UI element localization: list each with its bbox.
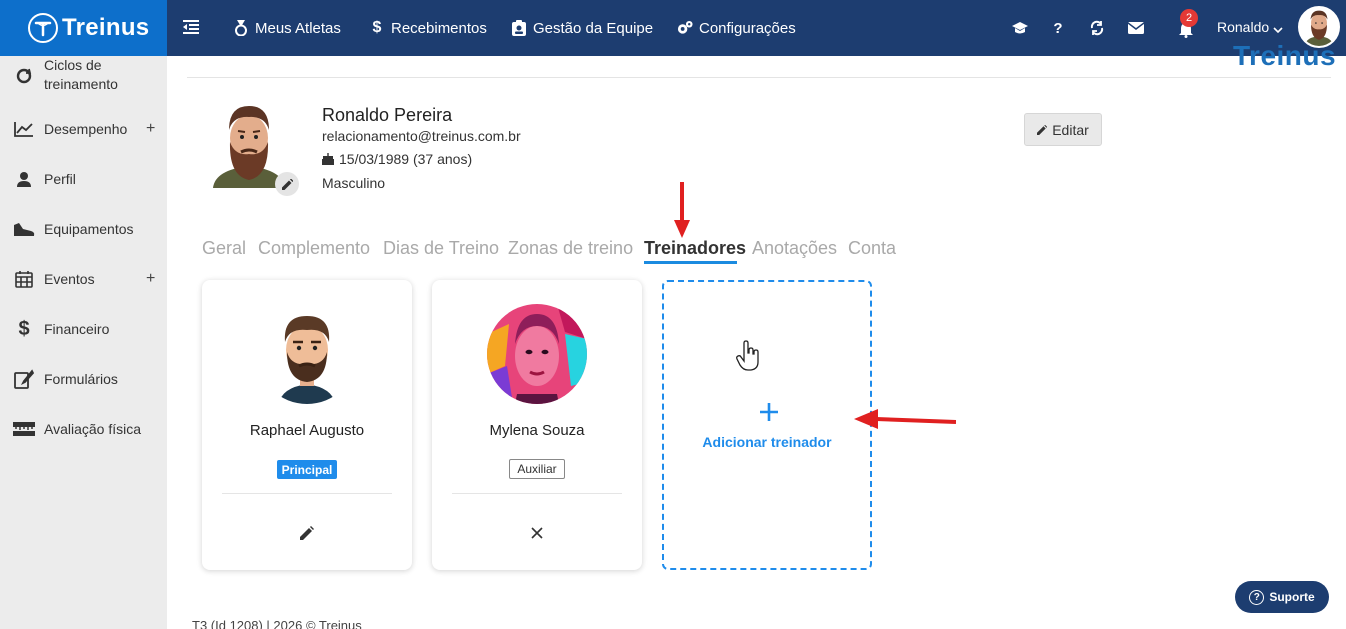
calendar-icon: [13, 268, 35, 290]
profile-email: relacionamento@treinus.com.br: [322, 128, 521, 144]
sidebar: Ciclos de treinamento Desempenho + Perfi…: [0, 56, 167, 629]
edit-profile-button[interactable]: Editar: [1024, 113, 1102, 146]
sidebar-item-label: Financeiro: [44, 320, 110, 337]
card-divider: [452, 493, 622, 494]
form-edit-icon: [13, 368, 35, 390]
hand-pointer-cursor-icon: [735, 340, 761, 372]
sidebar-item-financeiro[interactable]: $ Financeiro: [0, 307, 167, 351]
edit-label: Editar: [1052, 121, 1089, 138]
tab-complemento[interactable]: Complemento: [258, 238, 370, 259]
menu-collapse-icon[interactable]: [182, 18, 202, 38]
user-icon: [13, 168, 35, 190]
sidebar-item-label: Equipamentos: [44, 220, 134, 237]
sync-icon[interactable]: [1087, 18, 1107, 38]
graduation-cap-icon[interactable]: [1010, 18, 1030, 38]
nav-meus-atletas[interactable]: Meus Atletas: [233, 0, 341, 56]
trainer-avatar: [487, 304, 587, 404]
header-divider: [187, 77, 1331, 78]
tab-treinadores[interactable]: Treinadores: [644, 238, 746, 259]
shoe-icon: [13, 218, 35, 240]
sidebar-item-label: Eventos: [44, 270, 95, 287]
support-button[interactable]: ? Suporte: [1235, 581, 1329, 613]
sidebar-item-ciclos[interactable]: Ciclos de treinamento: [0, 54, 167, 98]
brand-watermark: Treinus: [1233, 40, 1337, 70]
tab-anotacoes[interactable]: Anotações: [752, 238, 837, 259]
sidebar-item-label: Ciclos de treinamento: [44, 57, 118, 92]
sidebar-item-desempenho[interactable]: Desempenho +: [0, 107, 167, 151]
edit-trainer-button[interactable]: [296, 522, 318, 544]
nav-label: Meus Atletas: [255, 19, 341, 37]
sidebar-item-perfil[interactable]: Perfil: [0, 157, 167, 201]
birthday-cake-icon: [322, 153, 334, 165]
question-icon[interactable]: ?: [1048, 18, 1068, 38]
role-badge-auxiliar: Auxiliar: [509, 459, 565, 479]
tab-geral[interactable]: Geral: [202, 238, 246, 259]
envelope-icon[interactable]: [1126, 18, 1146, 38]
chevron-down-icon[interactable]: [1273, 21, 1283, 34]
expand-plus-icon[interactable]: +: [146, 270, 155, 288]
sidebar-item-label: Avaliação física: [44, 420, 142, 437]
sidebar-item-formularios[interactable]: Formulários: [0, 357, 167, 401]
annotation-arrow-left: [852, 405, 957, 435]
top-navbar: Treinus Meus Atletas $ Recebimentos Gest…: [0, 0, 1346, 56]
ruler-icon: [13, 418, 35, 440]
sidebar-item-label: Desempenho: [44, 120, 128, 137]
pencil-icon: [281, 178, 293, 190]
trainer-name: Raphael Augusto: [249, 422, 365, 439]
birthdate-text: 15/03/1989 (37 anos): [339, 151, 473, 167]
medal-icon: [233, 20, 249, 36]
cycle-icon: [13, 65, 35, 87]
profile-name: Ronaldo Pereira: [322, 105, 453, 125]
nav-configuracoes[interactable]: Configurações: [677, 0, 796, 56]
plus-icon: [757, 400, 781, 424]
treinus-logo-icon: [28, 13, 58, 43]
trainer-card: Mylena Souza Auxiliar: [432, 280, 642, 570]
tab-zonas-de-treino[interactable]: Zonas de treino: [508, 238, 633, 259]
sidebar-item-equipamentos[interactable]: Equipamentos: [0, 207, 167, 251]
sidebar-item-label: Perfil: [44, 170, 76, 187]
nav-gestao-equipe[interactable]: Gestão da Equipe: [511, 0, 653, 56]
user-menu-name[interactable]: Ronaldo: [1217, 19, 1269, 35]
nav-label: Recebimentos: [391, 19, 487, 37]
dollar-icon: $: [372, 19, 382, 36]
brand-name: Treinus: [62, 14, 150, 41]
tab-dias-de-treino[interactable]: Dias de Treino: [383, 238, 499, 259]
sidebar-item-eventos[interactable]: Eventos +: [0, 257, 167, 301]
expand-plus-icon[interactable]: +: [146, 120, 155, 138]
gears-icon: [677, 20, 693, 36]
pencil-icon: [300, 526, 314, 540]
chart-line-icon: [13, 118, 35, 140]
support-label: Suporte: [1269, 590, 1315, 604]
nav-recebimentos[interactable]: $ Recebimentos: [369, 0, 487, 56]
brand-logo-area[interactable]: Treinus: [0, 0, 167, 56]
sidebar-item-label: Formulários: [44, 370, 118, 387]
footer-text: T3 (Id 1208) | 2026 © Treinus: [192, 618, 362, 629]
card-divider: [222, 493, 392, 494]
sidebar-item-avaliacao[interactable]: Avaliação física: [0, 407, 167, 451]
question-circle-icon: ?: [1249, 589, 1265, 605]
profile-gender: Masculino: [322, 175, 386, 191]
edit-avatar-button[interactable]: [275, 172, 299, 196]
dollar-icon: $: [18, 317, 30, 340]
annotation-arrow-down: [672, 182, 692, 240]
id-card-icon: [511, 20, 527, 36]
profile-birthdate: 15/03/1989 (37 anos): [322, 151, 472, 167]
remove-trainer-button[interactable]: [526, 522, 548, 544]
trainer-card: Raphael Augusto Principal: [202, 280, 412, 570]
role-badge-principal: Principal: [277, 460, 337, 479]
active-tab-indicator: [644, 261, 737, 264]
add-trainer-label: Adicionar treinador: [702, 434, 832, 450]
pencil-icon: [1037, 124, 1048, 135]
trainer-avatar: [257, 304, 357, 404]
trainer-name: Mylena Souza: [489, 422, 585, 439]
nav-label: Gestão da Equipe: [533, 19, 654, 37]
close-icon: [531, 527, 543, 539]
tab-conta[interactable]: Conta: [848, 238, 896, 259]
notification-count-badge: 2: [1180, 9, 1198, 27]
add-trainer-card[interactable]: Adicionar treinador: [662, 280, 872, 570]
nav-label: Configurações: [699, 19, 796, 37]
